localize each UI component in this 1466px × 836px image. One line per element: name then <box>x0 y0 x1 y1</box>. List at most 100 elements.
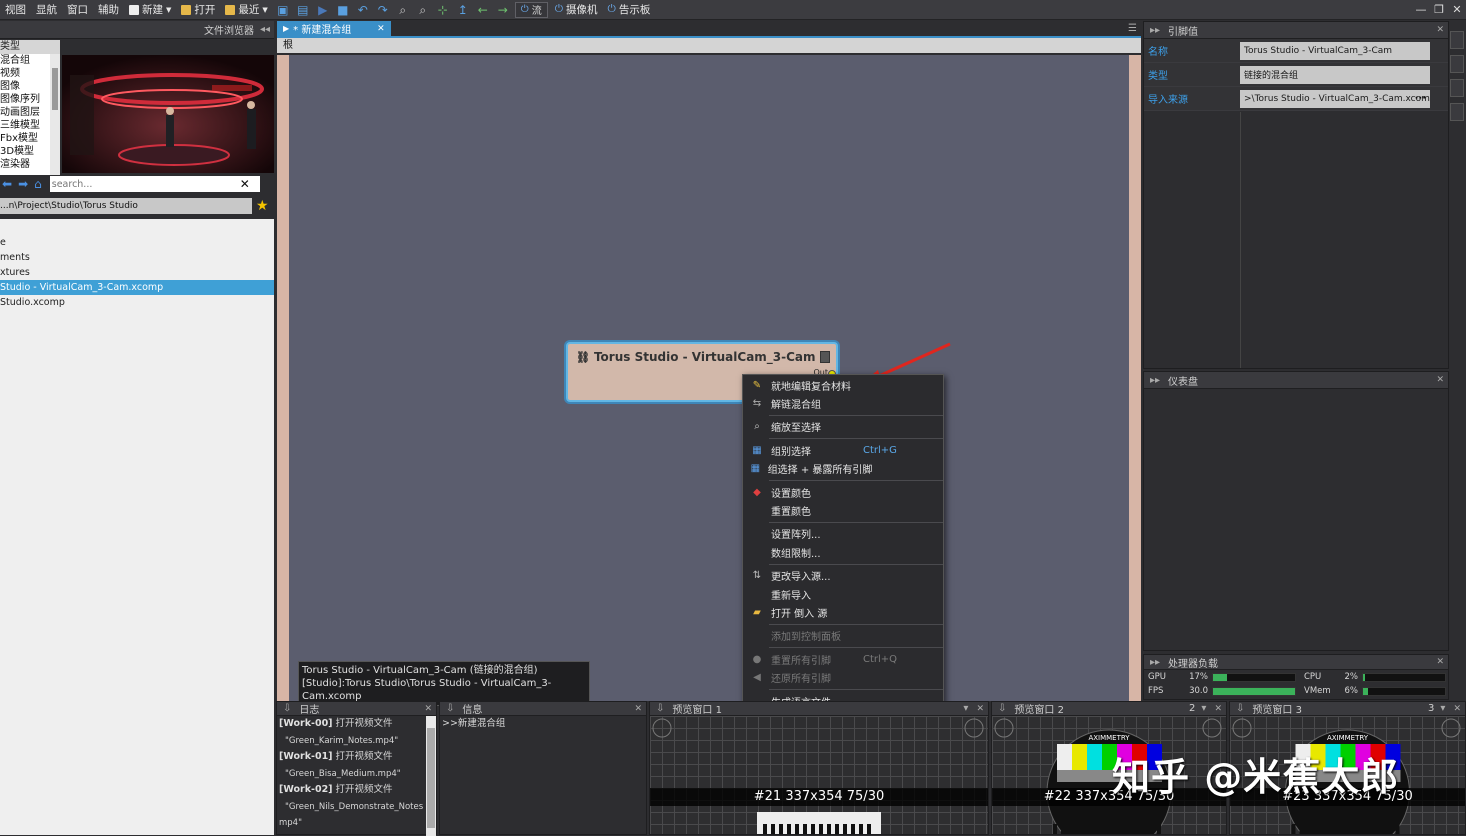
link-up-icon[interactable]: ↥ <box>456 3 470 17</box>
context-menu-item[interactable]: 数组限制... <box>743 543 943 561</box>
forward-icon[interactable]: ➡ <box>18 177 28 191</box>
home-icon[interactable]: ⌂ <box>34 177 42 191</box>
close-icon[interactable]: ✕ <box>1214 704 1222 714</box>
save-all-icon[interactable]: ▤ <box>296 3 310 17</box>
close-icon[interactable]: ✕ <box>424 704 432 714</box>
pin-values-title: 引脚值 <box>1168 26 1199 38</box>
property-value[interactable]: Torus Studio - VirtualCam_3-Cam <box>1240 41 1430 60</box>
close-icon[interactable]: ✕ <box>634 704 642 714</box>
preview-number[interactable]: 2 <box>1189 703 1195 714</box>
open-button[interactable]: 打开 <box>176 0 220 20</box>
recent-button[interactable]: 最近 ▼ <box>220 0 272 20</box>
restore-icon[interactable]: ❐ <box>1430 3 1448 16</box>
log-text: 打开视频文件 <box>332 718 393 729</box>
property-value[interactable]: >\Torus Studio - VirtualCam_3-Cam.xcomp <box>1240 89 1430 108</box>
context-menu-label: 重新导入 <box>771 590 811 602</box>
dashboard-panel: ▸▸ 仪表盘 ✕ <box>1143 371 1449 651</box>
redo-icon[interactable]: ↷ <box>376 3 390 17</box>
zoom-in-icon[interactable]: ⌕ <box>396 3 410 17</box>
tab-close-icon[interactable]: ✕ <box>377 24 385 34</box>
undo-icon[interactable]: ↶ <box>356 3 370 17</box>
path-field[interactable]: ...n\Project\Studio\Torus Studio <box>0 198 252 214</box>
arrow-right-icon[interactable]: → <box>496 3 510 17</box>
property-value[interactable]: 链接的混合组 <box>1240 65 1430 84</box>
context-menu-item[interactable]: ✎ 就地编辑复合材料 <box>743 376 943 394</box>
context-menu-item[interactable]: 设置阵列... <box>743 525 943 543</box>
expand-icon[interactable]: ▸▸ <box>1150 657 1160 668</box>
camera-toggle[interactable]: ⏻ 摄像机 <box>550 0 603 20</box>
menu-display[interactable]: 显航 <box>31 0 62 20</box>
preview-number[interactable]: 3 <box>1428 703 1434 714</box>
edit-icon: ✎ <box>752 379 762 391</box>
context-menu-item[interactable]: ▦ 组选择 + 暴露所有引脚 <box>743 460 943 478</box>
file-list-item[interactable]: xtures <box>0 265 274 280</box>
menu-view[interactable]: 视图 <box>0 0 31 20</box>
flow-toggle[interactable]: ⏻ 流 <box>514 1 548 18</box>
node-menu-icon[interactable] <box>820 351 830 363</box>
close-icon[interactable]: ✕ <box>1436 25 1444 35</box>
context-menu-item[interactable]: ⇅ 更改导入源... <box>743 567 943 585</box>
context-menu-item[interactable]: 重新导入 <box>743 585 943 603</box>
pin-icon[interactable]: ⇩ <box>998 703 1006 714</box>
side-tab-1[interactable] <box>1450 31 1464 49</box>
file-list-item[interactable]: e <box>0 235 274 250</box>
log-line: [Work-02] 打开视频文件 <box>279 782 423 799</box>
restore-icon: ◀ <box>753 672 761 684</box>
context-menu-label: 设置颜色 <box>771 488 811 500</box>
close-icon[interactable]: ✕ <box>1436 375 1444 385</box>
close-icon[interactable]: ✕ <box>1448 3 1466 16</box>
close-icon[interactable]: ✕ <box>1436 657 1444 667</box>
chevron-down-icon[interactable]: ▾ <box>1440 703 1445 714</box>
tab-new-compound[interactable]: ▶ * 新建混合组 ✕ <box>277 20 391 37</box>
side-tab-2[interactable] <box>1450 55 1464 73</box>
panel-menu-icon[interactable]: ☰ <box>1128 23 1137 34</box>
clear-search-icon[interactable]: ✕ <box>240 177 250 191</box>
expand-icon[interactable]: ▸▸ <box>1150 25 1160 36</box>
log-scrollbar[interactable] <box>426 716 436 836</box>
menu-help[interactable]: 辅助 <box>93 0 124 20</box>
favorite-star-icon[interactable]: ★ <box>256 198 269 214</box>
context-menu-item[interactable]: ⇆ 解链混合组 <box>743 394 943 412</box>
pin-icon[interactable]: ⇩ <box>283 703 291 714</box>
type-list-scrollbar[interactable] <box>50 54 60 192</box>
pin-icon[interactable]: ⇩ <box>656 703 664 714</box>
context-menu-item[interactable]: 重置颜色 <box>743 501 943 519</box>
collapse-icon[interactable]: ◂◂ <box>260 24 270 35</box>
close-icon[interactable]: ✕ <box>1453 704 1461 714</box>
side-tab-settings[interactable] <box>1450 103 1464 121</box>
context-menu-item[interactable]: ◆ 设置颜色 <box>743 483 943 501</box>
gizmo-icon[interactable]: ⊹ <box>436 3 450 17</box>
pin-icon[interactable]: ⇩ <box>1236 703 1244 714</box>
tab-arrow-icon: ▶ <box>283 24 290 33</box>
breadcrumb[interactable]: 根 <box>277 38 1141 53</box>
search-input[interactable] <box>49 177 240 191</box>
zoom-out-icon[interactable]: ⌕ <box>416 3 430 17</box>
play-icon[interactable]: ▶ <box>316 3 330 17</box>
billboard-toggle[interactable]: ⏻ 告示板 <box>603 0 656 20</box>
file-list-item[interactable]: Studio - VirtualCam_3-Cam.xcomp <box>0 280 274 295</box>
file-list-item[interactable]: Studio.xcomp <box>0 295 274 310</box>
group-expose-icon: ▦ <box>750 463 761 475</box>
stop-icon[interactable]: ■ <box>336 3 350 17</box>
new-button[interactable]: 新建 ▼ <box>124 0 176 20</box>
preview-viewport[interactable]: #21 337x354 75/30 <box>650 716 988 834</box>
close-icon[interactable]: ✕ <box>976 704 984 714</box>
file-list-item[interactable]: ments <box>0 250 274 265</box>
arrow-left-icon[interactable]: ← <box>476 3 490 17</box>
menubar: 视图 显航 窗口 辅助 新建 ▼ 打开 最近 ▼ ▣ ▤ ▶ ■ ↶ ↷ ⌕ ⌕ ⊹… <box>0 0 1466 20</box>
menu-window[interactable]: 窗口 <box>62 0 93 20</box>
browse-icon[interactable]: ··· <box>1415 93 1426 104</box>
pin-icon[interactable]: ⇩ <box>446 703 454 714</box>
log-line: "Green_Karim_Notes.mp4" <box>279 733 423 750</box>
side-tab-3[interactable] <box>1450 79 1464 97</box>
context-menu-item[interactable]: ⌕ 缩放至选择 <box>743 418 943 436</box>
minimize-icon[interactable]: — <box>1412 3 1430 16</box>
chevron-down-icon[interactable]: ▾ <box>963 703 968 714</box>
context-menu-item[interactable]: ▰ 打开 倒入 源 <box>743 603 943 621</box>
log-line: [Work-00] 打开视频文件 <box>279 716 423 733</box>
context-menu-item[interactable]: ▦ 组别选择 Ctrl+G <box>743 441 943 459</box>
save-icon[interactable]: ▣ <box>276 3 290 17</box>
chevron-down-icon[interactable]: ▾ <box>1201 703 1206 714</box>
back-icon[interactable]: ⬅ <box>2 177 12 191</box>
expand-icon[interactable]: ▸▸ <box>1150 375 1160 386</box>
